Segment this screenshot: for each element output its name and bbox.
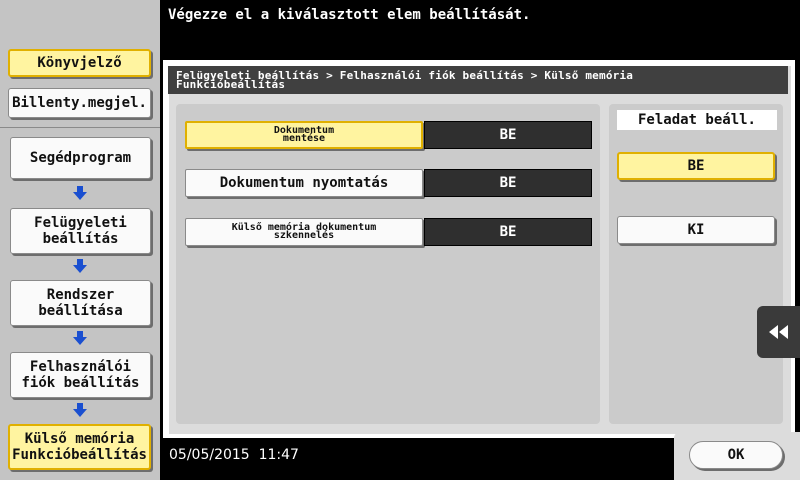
left-sidebar: Könyvjelző Billenty.megjel. Segédprogram… [0, 0, 160, 480]
arrow-down-icon [73, 186, 87, 200]
sidebar-divider [0, 127, 160, 128]
arrow-down-icon [73, 403, 87, 417]
double-chevron-left-icon [768, 325, 788, 339]
setting-document-save-value: BE [424, 121, 592, 149]
setting-document-print-button[interactable]: Dokumentum nyomtatás [185, 169, 423, 197]
option-off-button[interactable]: KI [617, 216, 775, 244]
setting-document-print-value: BE [424, 169, 592, 197]
ok-button[interactable]: OK [689, 441, 783, 469]
date-text: 05/05/2015 [169, 447, 250, 463]
task-setting-label: Feladat beáll. [617, 110, 777, 130]
settings-list-area [176, 104, 600, 424]
path-user-account-button[interactable]: Felhasználói fiók beállítás [10, 352, 151, 398]
setting-document-save-button[interactable]: Dokumentum mentése [185, 121, 423, 149]
bookmark-button[interactable]: Könyvjelző [8, 49, 151, 77]
breadcrumb: Felügyeleti beállítás > Felhasználói fió… [168, 66, 788, 94]
arrow-down-icon [73, 331, 87, 345]
keypad-display-button[interactable]: Billenty.megjel. [8, 88, 151, 118]
setting-document-scan-button[interactable]: Külső memória dokumentum szkennelés [185, 218, 423, 246]
collapse-panel-button[interactable] [757, 306, 800, 358]
setting-document-scan-value: BE [424, 218, 592, 246]
path-system-settings-button[interactable]: Rendszer beállítása [10, 280, 151, 326]
date-time-display: 05/05/2015 11:47 [169, 447, 299, 463]
instruction-message: Végezze el a kiválasztott elem beállítás… [168, 7, 531, 23]
option-on-button[interactable]: BE [617, 152, 775, 180]
time-text: 11:47 [258, 447, 299, 463]
arrow-down-icon [73, 259, 87, 273]
path-external-memory-button[interactable]: Külső memória Funkcióbeállítás [8, 424, 151, 470]
path-admin-settings-button[interactable]: Felügyeleti beállítás [10, 208, 151, 254]
path-utility-button[interactable]: Segédprogram [10, 137, 151, 179]
